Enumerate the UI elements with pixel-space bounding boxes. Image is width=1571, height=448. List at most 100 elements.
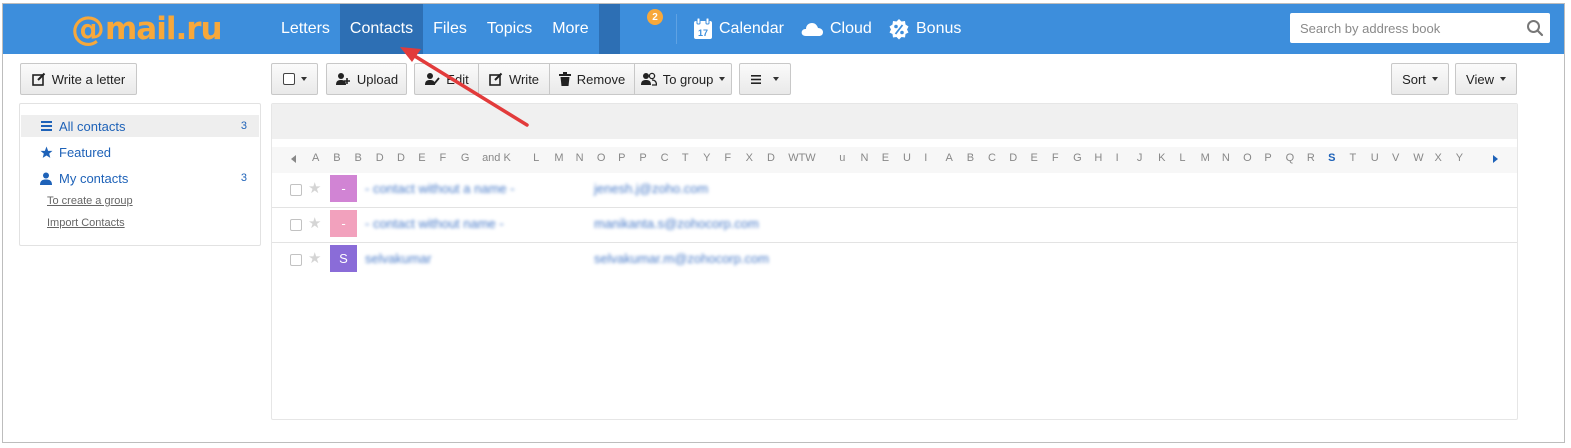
contact-email[interactable]: manikanta.s@zohocorp.com (594, 216, 759, 231)
remove-button[interactable]: Remove (549, 63, 634, 95)
cloud-link[interactable]: Cloud (800, 4, 872, 54)
alphabet-letter[interactable]: B (333, 152, 340, 164)
contact-name[interactable]: - contact without a name - (365, 181, 515, 196)
row-checkbox[interactable] (290, 219, 302, 231)
alphabet-letter[interactable]: T (682, 152, 689, 164)
alphabet-letter[interactable]: u (839, 152, 845, 164)
select-all-checkbox[interactable] (282, 73, 295, 85)
alphabet-letter[interactable]: WTW (788, 152, 815, 164)
alphabet-letter[interactable]: V (1392, 152, 1399, 164)
alphabet-letter[interactable]: D (376, 152, 384, 164)
to-group-dropdown[interactable]: To group (634, 63, 732, 95)
alphabet-letter[interactable]: X (746, 152, 753, 164)
contact-email[interactable]: selvakumar.m@zohocorp.com (594, 251, 769, 266)
alphabet-letter[interactable]: M (554, 152, 563, 164)
row-checkbox[interactable] (290, 254, 302, 266)
nav-more[interactable]: More (542, 4, 598, 54)
alphabet-letter[interactable]: P (1264, 152, 1271, 164)
star-icon[interactable]: ★ (308, 249, 321, 267)
alphabet-letter[interactable]: G (461, 152, 470, 164)
alphabet-letter[interactable]: R (1307, 152, 1315, 164)
alphabet-letter[interactable]: Q (1286, 152, 1295, 164)
alphabet-letter[interactable]: P (639, 152, 646, 164)
search-input[interactable] (1290, 14, 1520, 42)
alphabet-letter[interactable]: Y (1456, 152, 1463, 164)
alphabet-letter[interactable]: A (946, 152, 953, 164)
alphabet-letter[interactable]: P (618, 152, 625, 164)
alphabet-letter[interactable]: U (1371, 152, 1379, 164)
alphabet-letter[interactable]: Y (703, 152, 710, 164)
alphabet-letter[interactable]: L (1179, 152, 1185, 164)
alphabet-letter[interactable]: and K (482, 152, 511, 164)
alphabet-letter[interactable]: N (860, 152, 868, 164)
alphabet-letter[interactable]: B (967, 152, 974, 164)
write-letter-button[interactable]: Write a letter (20, 63, 137, 95)
contact-row[interactable]: ★ S selvakumar selvakumar.m@zohocorp.com (272, 243, 1517, 278)
alphabet-letter[interactable]: E (882, 152, 889, 164)
alphabet-letter[interactable]: X (1434, 152, 1441, 164)
alphabet-letter[interactable]: J (1137, 152, 1143, 164)
contact-email[interactable]: jenesh.j@zoho.com (594, 181, 708, 196)
notification-badge[interactable]: 2 (647, 9, 663, 25)
alphabet-letter[interactable]: F (440, 152, 447, 164)
calendar-link[interactable]: 17 Calendar (693, 4, 784, 54)
sidebar-item-featured[interactable]: Featured (21, 141, 259, 163)
star-icon[interactable]: ★ (308, 179, 321, 197)
alphabet-letter[interactable]: K (1158, 152, 1165, 164)
alphabet-letter[interactable]: D (767, 152, 775, 164)
alphabet-letter[interactable]: S (1328, 152, 1335, 164)
alphabet-letter[interactable]: C (988, 152, 996, 164)
alphabet-letter[interactable]: E (418, 152, 425, 164)
row-checkbox[interactable] (290, 184, 302, 196)
alphabet-letter[interactable]: H (1094, 152, 1102, 164)
nav-topics[interactable]: Topics (477, 4, 542, 54)
alphabet-letter[interactable]: D (397, 152, 405, 164)
alphabet-letter[interactable]: N (576, 152, 584, 164)
sidebar-item-all-contacts[interactable]: All contacts 3 (21, 115, 259, 137)
alphabet-letter[interactable]: M (1201, 152, 1210, 164)
alphabet-letter[interactable]: I (1116, 152, 1119, 164)
alphabet-letter[interactable]: F (1052, 152, 1059, 164)
contact-avatar: - (330, 210, 357, 237)
view-dropdown[interactable]: View (1455, 63, 1517, 95)
alphabet-letter[interactable]: O (1243, 152, 1252, 164)
contact-row[interactable]: ★ - - contact without a name - jenesh.j@… (272, 173, 1517, 208)
alphabet-letter[interactable]: F (724, 152, 731, 164)
alphabet-letter[interactable]: G (1073, 152, 1082, 164)
mailru-logo[interactable]: @ mail .ru (71, 9, 223, 49)
arrow-right-icon[interactable] (1493, 155, 1498, 163)
write-button[interactable]: Write (478, 63, 549, 95)
nav-files[interactable]: Files (423, 4, 477, 54)
edit-button[interactable]: Edit (414, 63, 478, 95)
sidebar-item-my-contacts[interactable]: My contacts 3 (21, 167, 259, 189)
alphabet-letter[interactable]: B (355, 152, 362, 164)
nav-contacts[interactable]: Contacts (339, 4, 424, 54)
upload-button[interactable]: Upload (326, 63, 407, 95)
alphabet-letter[interactable]: D (1009, 152, 1017, 164)
alphabet-letter[interactable]: A (312, 152, 319, 164)
contact-name[interactable]: selvakumar (365, 251, 431, 266)
alphabet-letter[interactable]: L (533, 152, 539, 164)
alphabet-letter[interactable]: N (1222, 152, 1230, 164)
alphabet-letter[interactable]: T (1349, 152, 1356, 164)
alphabet-letter[interactable]: U (903, 152, 911, 164)
alphabet-letter[interactable]: I (924, 152, 927, 164)
svg-text:17: 17 (698, 28, 708, 38)
alphabet-letter[interactable]: O (597, 152, 606, 164)
alphabet-letter[interactable]: W (1413, 152, 1423, 164)
search-icon[interactable] (1520, 13, 1550, 43)
contact-name[interactable]: - contact without name - (365, 216, 504, 231)
contact-row[interactable]: ★ - - contact without name - manikanta.s… (272, 208, 1517, 243)
bonus-link[interactable]: Bonus (888, 4, 961, 54)
select-all-dropdown[interactable] (271, 63, 318, 95)
more-actions-dropdown[interactable] (739, 63, 791, 95)
star-icon[interactable]: ★ (308, 214, 321, 232)
sort-dropdown[interactable]: Sort (1391, 63, 1449, 95)
edit-person-icon (425, 73, 440, 85)
nav-letters[interactable]: Letters (271, 4, 340, 54)
arrow-left-icon[interactable] (291, 155, 296, 163)
alphabet-letter[interactable]: E (1031, 152, 1038, 164)
alphabet-letter[interactable]: C (661, 152, 669, 164)
create-group-link[interactable]: To create a group (47, 195, 133, 207)
import-contacts-link[interactable]: Import Contacts (47, 217, 125, 229)
